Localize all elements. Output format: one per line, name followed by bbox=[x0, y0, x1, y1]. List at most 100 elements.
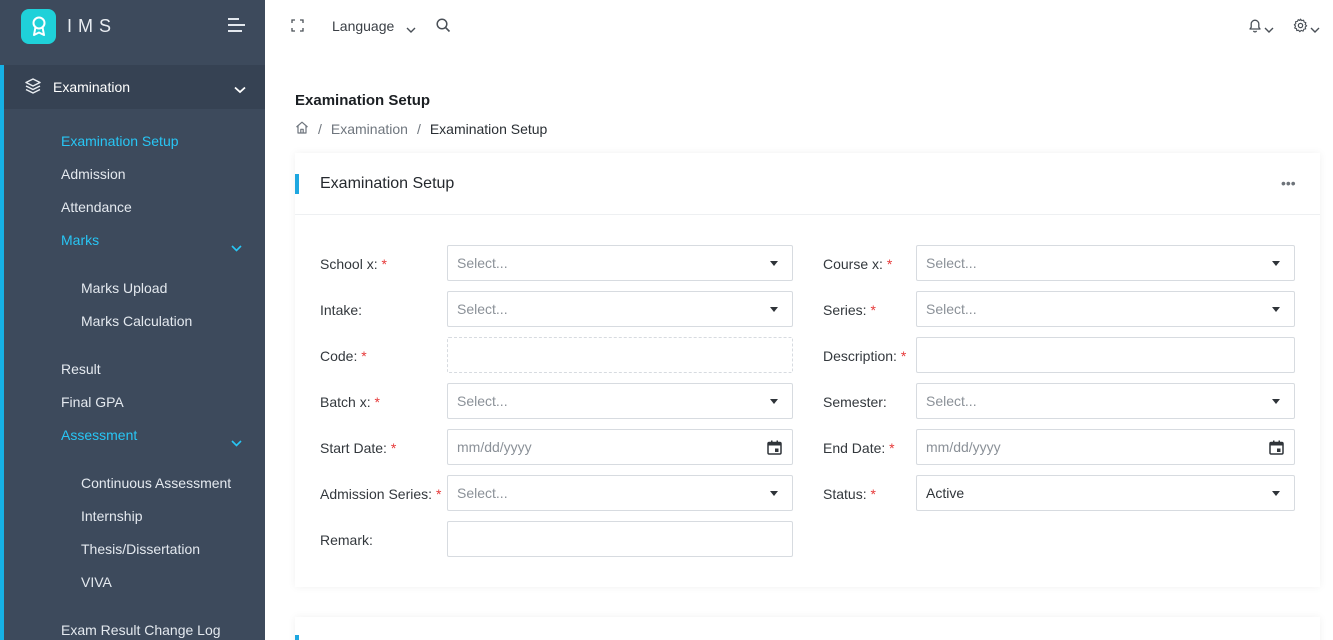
caret-down-icon bbox=[770, 261, 778, 266]
sidebar-item-assessment[interactable]: Assessment bbox=[61, 427, 137, 443]
breadcrumb-separator: / bbox=[318, 121, 322, 137]
series-label-text: Series: bbox=[823, 302, 867, 318]
sidebar-item-marks[interactable]: Marks bbox=[61, 232, 99, 248]
course-select[interactable]: Select... bbox=[916, 245, 1295, 281]
series-label: Series: * bbox=[823, 302, 876, 318]
code-label-text: Code: bbox=[320, 348, 358, 364]
sidebar-item-admission[interactable]: Admission bbox=[61, 166, 126, 182]
brand: IMS bbox=[0, 0, 265, 52]
breadcrumb: / Examination / Examination Setup bbox=[295, 121, 547, 137]
admission-series-label-text: Admission Series: bbox=[320, 486, 433, 502]
sidebar-section-examination[interactable]: Examination bbox=[0, 65, 265, 109]
sidebar-item-viva[interactable]: VIVA bbox=[81, 574, 112, 590]
series-placeholder: Select... bbox=[926, 301, 977, 317]
admission-series-placeholder: Select... bbox=[457, 485, 508, 501]
code-label: Code: * bbox=[320, 348, 367, 364]
chevron-down-icon bbox=[231, 434, 242, 452]
batch-label: Batch x: * bbox=[320, 394, 380, 410]
description-label: Description: * bbox=[823, 348, 906, 364]
start-date-label-text: Start Date: bbox=[320, 440, 387, 456]
start-date-placeholder: mm/dd/yyyy bbox=[457, 439, 532, 455]
caret-down-icon bbox=[1272, 307, 1280, 312]
caret-down-icon bbox=[770, 307, 778, 312]
remark-input[interactable] bbox=[447, 521, 793, 557]
admission-series-label: Admission Series: * bbox=[320, 486, 441, 502]
app-name: IMS bbox=[67, 15, 118, 36]
card-accent-bar bbox=[295, 635, 299, 640]
chevron-down-icon bbox=[231, 239, 242, 257]
fullscreen-icon[interactable] bbox=[291, 19, 304, 37]
calendar-icon[interactable] bbox=[1269, 440, 1284, 458]
caret-down-icon bbox=[770, 399, 778, 404]
sidebar-active-rail bbox=[0, 109, 4, 640]
breadcrumb-separator: / bbox=[416, 121, 421, 137]
sidebar-item-examination-setup[interactable]: Examination Setup bbox=[61, 133, 179, 149]
more-icon[interactable]: ••• bbox=[1281, 175, 1296, 191]
course-placeholder: Select... bbox=[926, 255, 977, 271]
start-date-input[interactable]: mm/dd/yyyy bbox=[447, 429, 793, 465]
sidebar-item-marks-calculation[interactable]: Marks Calculation bbox=[81, 313, 192, 329]
home-icon[interactable] bbox=[295, 121, 309, 137]
status-select[interactable]: Active bbox=[916, 475, 1295, 511]
examination-setup-card: Examination Setup ••• School x: * Select… bbox=[295, 153, 1320, 587]
sidebar-item-marks-upload[interactable]: Marks Upload bbox=[81, 280, 167, 296]
series-select[interactable]: Select... bbox=[916, 291, 1295, 327]
chevron-down-icon[interactable] bbox=[1264, 21, 1274, 39]
sidebar-item-final-gpa[interactable]: Final GPA bbox=[61, 394, 124, 410]
required-mark: * bbox=[889, 440, 895, 456]
gear-icon[interactable] bbox=[1293, 18, 1308, 38]
intake-label: Intake: bbox=[320, 302, 363, 318]
description-input[interactable] bbox=[916, 337, 1295, 373]
sidebar-item-internship[interactable]: Internship bbox=[81, 508, 142, 524]
end-date-label-text: End Date: bbox=[823, 440, 886, 456]
chevron-down-icon[interactable] bbox=[1310, 21, 1320, 39]
remark-label: Remark: bbox=[320, 532, 373, 548]
card-accent-bar bbox=[295, 174, 299, 194]
sidebar: IMS Examination Examination Setup Admiss… bbox=[0, 0, 265, 640]
search-icon[interactable] bbox=[436, 18, 451, 38]
language-selector[interactable]: Language bbox=[332, 18, 394, 34]
required-mark: * bbox=[900, 348, 907, 364]
required-mark: * bbox=[870, 486, 876, 502]
chevron-down-icon bbox=[234, 81, 246, 99]
calendar-icon[interactable] bbox=[767, 440, 782, 458]
sidebar-item-continuous-assessment[interactable]: Continuous Assessment bbox=[81, 475, 231, 491]
menu-toggle-icon[interactable] bbox=[228, 18, 246, 37]
required-mark: * bbox=[361, 348, 367, 364]
required-mark: * bbox=[381, 256, 387, 272]
chevron-down-icon[interactable] bbox=[406, 21, 416, 39]
caret-down-icon bbox=[770, 491, 778, 496]
description-label-text: Description: bbox=[823, 348, 897, 364]
end-date-input[interactable]: mm/dd/yyyy bbox=[916, 429, 1295, 465]
intake-select[interactable]: Select... bbox=[447, 291, 793, 327]
card-header: Examination Setup ••• bbox=[295, 153, 1320, 215]
status-label-text: Status: bbox=[823, 486, 867, 502]
topbar: Language bbox=[265, 0, 1333, 52]
bell-icon[interactable] bbox=[1248, 18, 1262, 38]
layers-icon bbox=[24, 77, 42, 100]
breadcrumb-examination[interactable]: Examination bbox=[331, 121, 408, 137]
caret-down-icon bbox=[1272, 261, 1280, 266]
required-mark: * bbox=[374, 394, 380, 410]
card-title: Examination Setup bbox=[320, 175, 455, 192]
semester-select[interactable]: Select... bbox=[916, 383, 1295, 419]
secondary-card bbox=[295, 617, 1320, 640]
batch-select[interactable]: Select... bbox=[447, 383, 793, 419]
batch-placeholder: Select... bbox=[457, 393, 508, 409]
admission-series-select[interactable]: Select... bbox=[447, 475, 793, 511]
award-icon[interactable] bbox=[21, 8, 56, 44]
batch-label-text: Batch x: bbox=[320, 394, 371, 410]
main-content: Examination Setup / Examination / Examin… bbox=[265, 52, 1333, 640]
intake-placeholder: Select... bbox=[457, 301, 508, 317]
sidebar-item-result[interactable]: Result bbox=[61, 361, 101, 377]
required-mark: * bbox=[435, 486, 442, 502]
code-input[interactable] bbox=[447, 337, 793, 373]
school-select[interactable]: Select... bbox=[447, 245, 793, 281]
sidebar-item-exam-result-change-log[interactable]: Exam Result Change Log bbox=[61, 622, 221, 638]
school-label-text: School x: bbox=[320, 256, 378, 272]
course-label: Course x: * bbox=[823, 256, 892, 272]
sidebar-item-thesis-dissertation[interactable]: Thesis/Dissertation bbox=[81, 541, 200, 557]
sidebar-item-attendance[interactable]: Attendance bbox=[61, 199, 132, 215]
caret-down-icon bbox=[1272, 399, 1280, 404]
page-title: Examination Setup bbox=[295, 92, 431, 109]
